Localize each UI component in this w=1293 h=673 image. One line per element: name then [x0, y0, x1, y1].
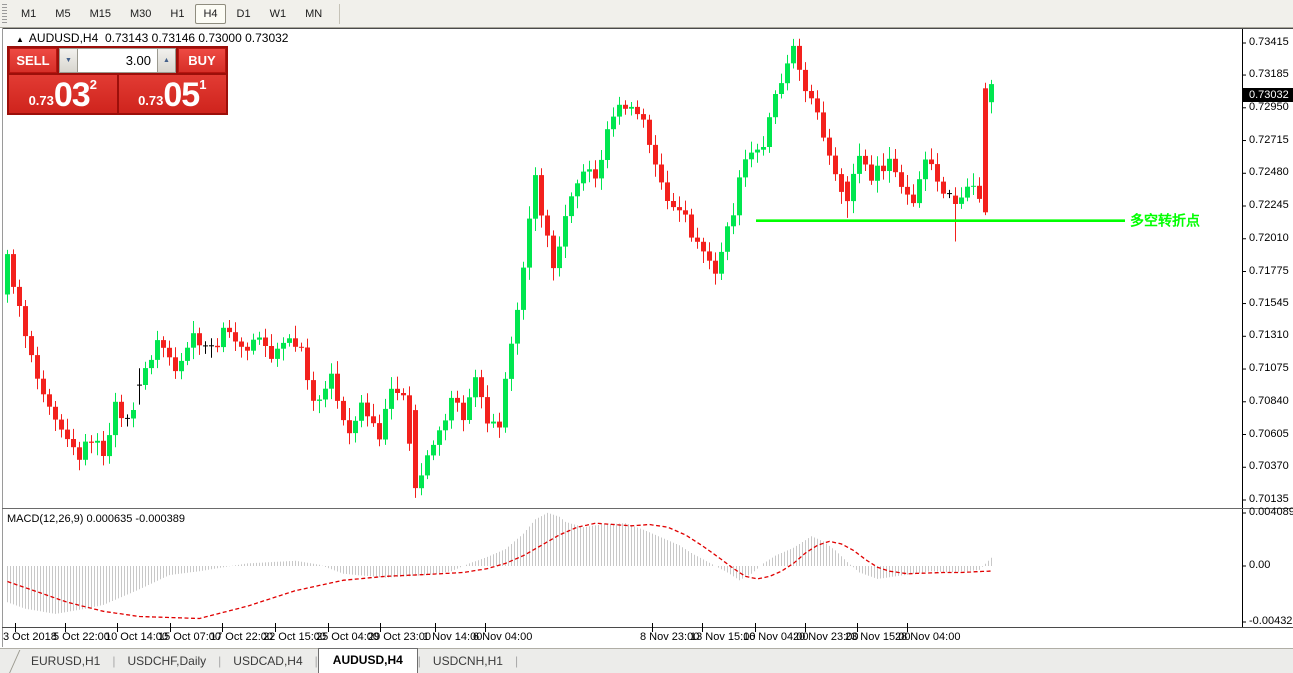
tab-eurusd-h1[interactable]: EURUSD,H1 — [19, 650, 112, 673]
price-axis-label: 0.71545 — [1249, 297, 1289, 309]
toolbar-drag-handle[interactable] — [2, 4, 7, 24]
mt4-chart-window: 多空转折点 M1M5M15M30H1H4D1W1MN ▲ AUDUSD,H4 0.… — [0, 0, 1293, 673]
timeframe-button-mn[interactable]: MN — [297, 4, 330, 24]
chart-title: ▲ AUDUSD,H4 0.73143 0.73146 0.73000 0.730… — [16, 31, 288, 45]
timeframe-button-m15[interactable]: M15 — [82, 4, 119, 24]
one-click-trading-panel: SELL ▼ 3.00 ▲ BUY 0.73032 0.73051 — [7, 46, 228, 115]
timeframe-button-m5[interactable]: M5 — [47, 4, 78, 24]
sell-price-prefix: 0.73 — [29, 93, 54, 108]
price-axis-label: 0.72480 — [1249, 166, 1289, 178]
window-marker-icon: ▲ — [16, 35, 24, 44]
tabs-edge-decoration — [0, 650, 20, 673]
ohlc-values: 0.73143 0.73146 0.73000 0.73032 — [105, 31, 289, 45]
chart-tabs-bar: EURUSD,H1|USDCHF,Daily|USDCAD,H4|AUDUSD,… — [0, 648, 1293, 673]
tab-usdchf-daily[interactable]: USDCHF,Daily — [115, 650, 218, 673]
toolbar-separator — [339, 4, 340, 24]
date-axis-label: 5 Oct 22:00 — [53, 631, 110, 643]
sell-price-point: 2 — [90, 77, 97, 92]
volume-decrease-button[interactable]: ▼ — [59, 48, 78, 73]
volume-input[interactable]: 3.00 — [78, 48, 157, 73]
symbol-period-label: AUDUSD,H4 — [29, 31, 98, 45]
support-line-label: 多空转折点 — [1130, 213, 1200, 229]
date-axis-label: 3 Oct 2018 — [3, 631, 57, 643]
price-axis-label: 0.71775 — [1249, 265, 1289, 277]
current-price-tag: 0.73032 — [1243, 88, 1293, 102]
price-axis-label: 0.72245 — [1249, 199, 1289, 211]
macd-axis-label: -0.004322 — [1249, 615, 1293, 627]
timeframe-button-h1[interactable]: H1 — [162, 4, 192, 24]
date-axis-label: 6 Nov 04:00 — [473, 631, 532, 643]
macd-axis-label: 0.004089 — [1249, 506, 1293, 518]
buy-price-pips: 05 — [163, 78, 199, 112]
price-axis-label: 0.70840 — [1249, 395, 1289, 407]
date-axis-label: 28 Nov 04:00 — [895, 631, 960, 643]
price-axis-label: 0.71310 — [1249, 329, 1289, 341]
buy-price-prefix: 0.73 — [138, 93, 163, 108]
buy-button[interactable]: BUY — [178, 48, 226, 73]
macd-axis-label: 0.00 — [1249, 559, 1270, 571]
buy-price-display[interactable]: 0.73051 — [119, 75, 227, 113]
price-axis-label: 0.72950 — [1249, 101, 1289, 113]
price-axis-label: 0.70605 — [1249, 428, 1289, 440]
sell-price-pips: 03 — [54, 78, 90, 112]
caret-down-icon: ▼ — [65, 57, 72, 64]
price-axis-label: 0.73185 — [1249, 68, 1289, 80]
timeframe-button-w1[interactable]: W1 — [262, 4, 295, 24]
buy-price-point: 1 — [199, 77, 206, 92]
volume-increase-button[interactable]: ▲ — [157, 48, 176, 73]
macd-histogram — [8, 513, 992, 614]
timeframe-button-h4[interactable]: H4 — [195, 4, 225, 24]
price-axis-label: 0.73415 — [1249, 36, 1289, 48]
timeframe-button-m1[interactable]: M1 — [13, 4, 44, 24]
price-axis-label: 0.70370 — [1249, 460, 1289, 472]
timeframe-button-m30[interactable]: M30 — [122, 4, 159, 24]
macd-indicator-label: MACD(12,26,9) 0.000635 -0.000389 — [7, 513, 185, 525]
volume-spinner: ▼ 3.00 ▲ — [59, 48, 176, 73]
caret-up-icon: ▲ — [163, 57, 170, 64]
tab-usdcnh-h1[interactable]: USDCNH,H1 — [421, 650, 515, 673]
timeframes-toolbar: M1M5M15M30H1H4D1W1MN — [0, 0, 1293, 28]
tab-audusd-h4[interactable]: AUDUSD,H4 — [318, 648, 418, 673]
price-axis-label: 0.71075 — [1249, 362, 1289, 374]
sell-price-display[interactable]: 0.73032 — [9, 75, 117, 113]
tab-separator: | — [515, 650, 518, 673]
tab-usdcad-h4[interactable]: USDCAD,H4 — [221, 650, 314, 673]
macd-signal-line — [8, 523, 992, 618]
price-axis-label: 0.72715 — [1249, 134, 1289, 146]
sell-button[interactable]: SELL — [9, 48, 57, 73]
timeframe-button-d1[interactable]: D1 — [229, 4, 259, 24]
date-axis-label: 29 Oct 23:00 — [368, 631, 431, 643]
price-axis-label: 0.72010 — [1249, 232, 1289, 244]
price-axis-label: 0.70135 — [1249, 493, 1289, 505]
